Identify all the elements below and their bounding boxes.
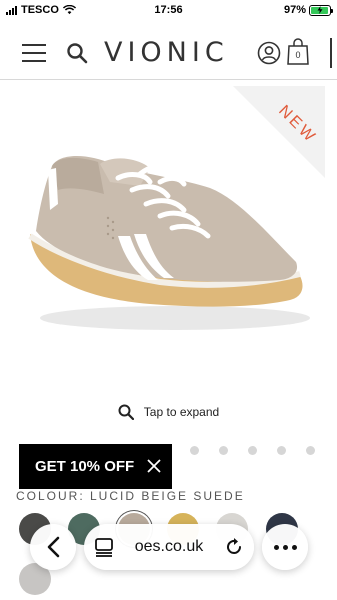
pager-dot[interactable] [248, 446, 257, 455]
search-icon[interactable] [65, 41, 89, 65]
magnifier-icon [118, 404, 134, 420]
battery-fill [311, 6, 329, 14]
more-dot [273, 544, 279, 550]
pager-dot[interactable] [306, 446, 315, 455]
bag-count: 0 [295, 50, 301, 60]
status-bar: TESCO 17:56 97% [0, 0, 337, 22]
back-button[interactable] [30, 524, 76, 570]
promo-label: GET 10% OFF [35, 458, 135, 475]
more-button[interactable] [262, 524, 308, 570]
more-dot [282, 544, 288, 550]
pager-dot[interactable] [277, 446, 286, 455]
account-icon[interactable] [257, 41, 281, 65]
chevron-left-icon [47, 536, 60, 558]
tap-to-expand-label: Tap to expand [143, 405, 220, 419]
pager-dot[interactable] [219, 446, 228, 455]
charging-bolt-icon [317, 6, 323, 14]
new-badge: NEW [233, 86, 325, 178]
address-bar[interactable]: oes.co.uk [84, 524, 254, 570]
brand-logo[interactable]: VIONIC [104, 37, 229, 68]
reload-icon[interactable] [224, 537, 244, 557]
tabs-icon[interactable] [94, 537, 114, 557]
site-header: VIONIC 0 [0, 28, 337, 80]
pager-dot[interactable] [190, 446, 199, 455]
status-right: 97% [283, 4, 333, 16]
promo-banner[interactable]: GET 10% OFF [19, 444, 172, 489]
tap-to-expand[interactable]: Tap to expand [0, 404, 337, 420]
hamburger-icon[interactable] [22, 44, 46, 62]
close-icon[interactable] [147, 459, 161, 473]
gallery-pager [190, 446, 315, 455]
battery-percent: 97% [283, 4, 306, 16]
battery-icon [309, 4, 333, 16]
more-dot [291, 544, 297, 550]
colour-label: COLOUR: LUCID BEIGE SUEDE [16, 489, 245, 503]
url-text[interactable]: oes.co.uk [120, 538, 218, 556]
browser-toolbar: oes.co.uk [0, 518, 337, 574]
header-divider [330, 38, 332, 68]
